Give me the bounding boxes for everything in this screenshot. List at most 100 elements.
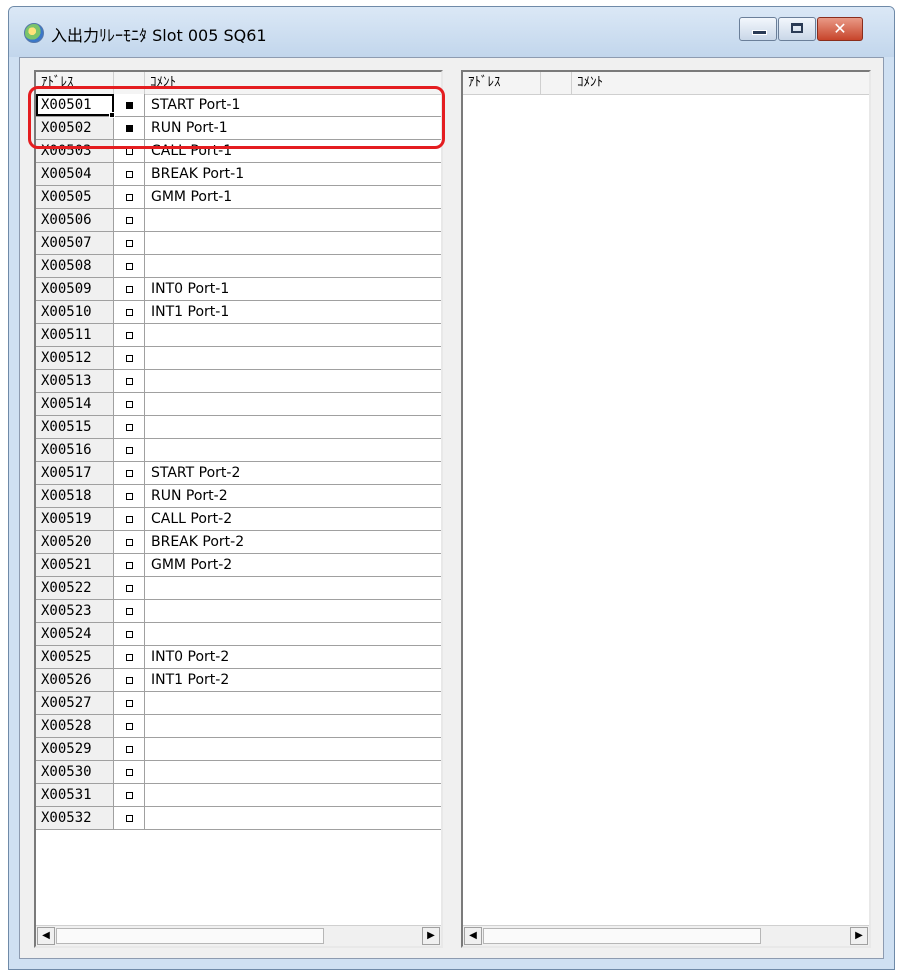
scroll-left-button[interactable]: ◀ [37,927,55,945]
scroll-right-button[interactable]: ▶ [850,927,868,945]
table-row[interactable]: X00532 [36,807,441,830]
table-row[interactable]: X00529 [36,738,441,761]
address-cell[interactable]: X00514 [36,393,114,415]
scroll-right-button[interactable]: ▶ [422,927,440,945]
comment-cell[interactable] [145,784,441,806]
comment-cell[interactable] [145,439,441,461]
scroll-thumb[interactable] [56,928,324,944]
comment-cell[interactable] [145,393,441,415]
table-row[interactable]: X00530 [36,761,441,784]
address-cell[interactable]: X00531 [36,784,114,806]
scroll-left-button[interactable]: ◀ [464,927,482,945]
address-cell[interactable]: X00520 [36,531,114,553]
column-header-state[interactable] [541,72,572,94]
address-cell[interactable]: X00516 [36,439,114,461]
table-row[interactable]: X00506 [36,209,441,232]
address-cell[interactable]: X00517 [36,462,114,484]
address-cell[interactable]: X00522 [36,577,114,599]
address-cell[interactable]: X00510 [36,301,114,323]
comment-cell[interactable]: BREAK Port-1 [145,163,441,185]
address-cell[interactable]: X00532 [36,807,114,829]
comment-cell[interactable] [145,600,441,622]
table-row[interactable]: X00517 START Port-2 [36,462,441,485]
comment-cell[interactable]: GMM Port-2 [145,554,441,576]
table-row[interactable]: X00515 [36,416,441,439]
address-cell[interactable]: X00525 [36,646,114,668]
table-row[interactable]: X00526 INT1 Port-2 [36,669,441,692]
comment-cell[interactable] [145,370,441,392]
table-row[interactable]: X00531 [36,784,441,807]
address-cell[interactable]: X00521 [36,554,114,576]
comment-cell[interactable]: INT1 Port-2 [145,669,441,691]
comment-cell[interactable]: START Port-2 [145,462,441,484]
title-bar[interactable]: 入出力ﾘﾚｰﾓﾆﾀ Slot 005 SQ61 ✕ [9,7,894,57]
address-cell[interactable]: X00530 [36,761,114,783]
comment-cell[interactable] [145,715,441,737]
table-row[interactable]: X00509 INT0 Port-1 [36,278,441,301]
table-row[interactable]: X00514 [36,393,441,416]
comment-cell[interactable]: INT0 Port-2 [145,646,441,668]
comment-cell[interactable] [145,209,441,231]
table-row[interactable]: X00512 [36,347,441,370]
comment-cell[interactable] [145,692,441,714]
table-row[interactable]: X00525 INT0 Port-2 [36,646,441,669]
comment-cell[interactable] [145,623,441,645]
comment-cell[interactable] [145,347,441,369]
table-row[interactable]: X00513 [36,370,441,393]
table-row[interactable]: X00518 RUN Port-2 [36,485,441,508]
table-row[interactable]: X00516 [36,439,441,462]
table-row[interactable]: X00523 [36,600,441,623]
table-row[interactable]: X00519 CALL Port-2 [36,508,441,531]
comment-cell[interactable] [145,416,441,438]
table-row[interactable]: X00527 [36,692,441,715]
right-horizontal-scrollbar[interactable]: ◀ ▶ [463,925,869,946]
comment-cell[interactable] [145,577,441,599]
close-button[interactable]: ✕ [817,17,863,41]
scroll-thumb[interactable] [483,928,761,944]
right-relay-list[interactable]: ｱﾄﾞﾚｽ ｺﾒﾝﾄ ◀ ▶ [461,70,871,948]
comment-cell[interactable] [145,807,441,829]
table-row[interactable]: X00521 GMM Port-2 [36,554,441,577]
table-row[interactable]: X00507 [36,232,441,255]
column-header-comment[interactable]: ｺﾒﾝﾄ [572,72,869,94]
comment-cell[interactable]: BREAK Port-2 [145,531,441,553]
address-cell[interactable]: X00519 [36,508,114,530]
table-row[interactable]: X00505 GMM Port-1 [36,186,441,209]
comment-cell[interactable] [145,324,441,346]
address-cell[interactable]: X00528 [36,715,114,737]
address-cell[interactable]: X00529 [36,738,114,760]
comment-cell[interactable]: RUN Port-2 [145,485,441,507]
comment-cell[interactable] [145,255,441,277]
table-row[interactable]: X00524 [36,623,441,646]
comment-cell[interactable]: INT1 Port-1 [145,301,441,323]
address-cell[interactable]: X00508 [36,255,114,277]
address-cell[interactable]: X00518 [36,485,114,507]
table-row[interactable]: X00504 BREAK Port-1 [36,163,441,186]
comment-cell[interactable] [145,761,441,783]
column-header-address[interactable]: ｱﾄﾞﾚｽ [463,72,541,94]
address-cell[interactable]: X00506 [36,209,114,231]
table-row[interactable]: X00511 [36,324,441,347]
table-row[interactable]: X00508 [36,255,441,278]
address-cell[interactable]: X00527 [36,692,114,714]
address-cell[interactable]: X00507 [36,232,114,254]
comment-cell[interactable] [145,738,441,760]
table-row[interactable]: X00522 [36,577,441,600]
address-cell[interactable]: X00511 [36,324,114,346]
left-relay-list[interactable]: ｱﾄﾞﾚｽ ｺﾒﾝﾄ X00501 START Port-1 X00502 RUN P… [34,70,443,948]
address-cell[interactable]: X00513 [36,370,114,392]
address-cell[interactable]: X00512 [36,347,114,369]
table-row[interactable]: X00528 [36,715,441,738]
comment-cell[interactable]: INT0 Port-1 [145,278,441,300]
address-cell[interactable]: X00504 [36,163,114,185]
comment-cell[interactable]: CALL Port-2 [145,508,441,530]
comment-cell[interactable] [145,232,441,254]
maximize-button[interactable] [778,17,816,41]
address-cell[interactable]: X00523 [36,600,114,622]
left-horizontal-scrollbar[interactable]: ◀ ▶ [36,925,441,946]
comment-cell[interactable]: GMM Port-1 [145,186,441,208]
address-cell[interactable]: X00505 [36,186,114,208]
address-cell[interactable]: X00515 [36,416,114,438]
address-cell[interactable]: X00524 [36,623,114,645]
table-row[interactable]: X00510 INT1 Port-1 [36,301,441,324]
